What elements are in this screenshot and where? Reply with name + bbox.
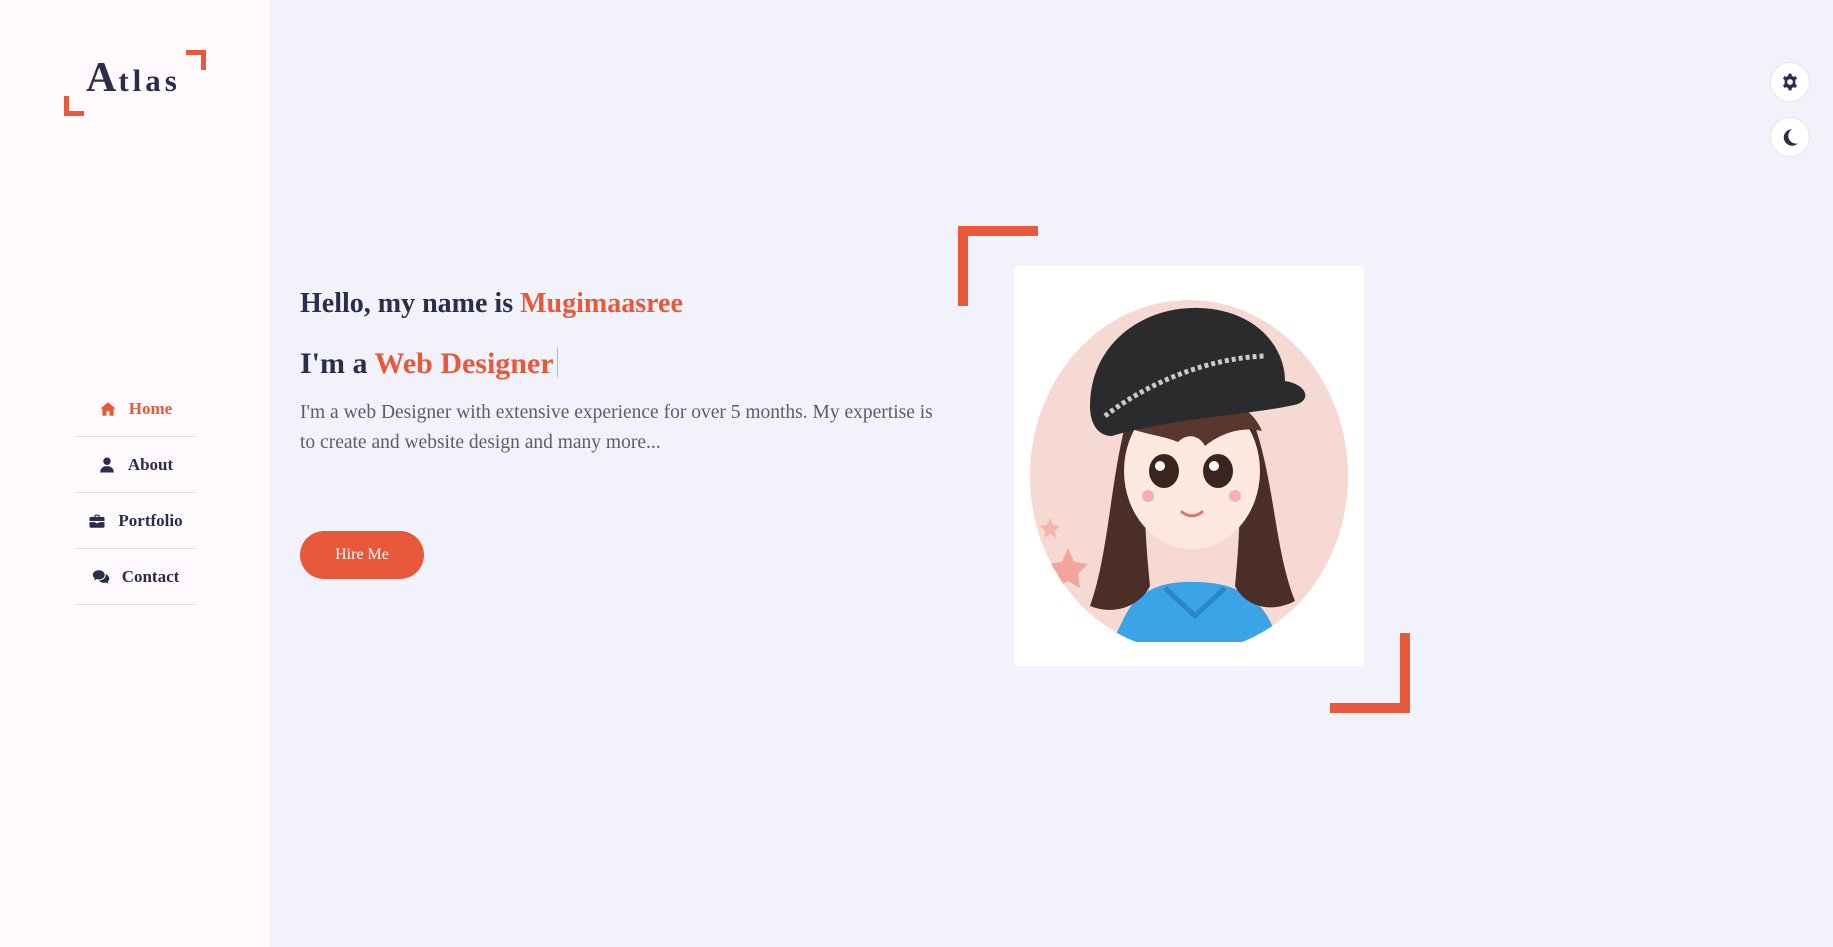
logo-corner-bottom-left — [64, 96, 84, 116]
main-nav: Home About Portfolio Contact — [75, 382, 196, 606]
greeting-prefix: Hello, my name is — [300, 288, 521, 319]
nav-item-contact[interactable]: Contact — [75, 550, 196, 605]
nav-item-home[interactable]: Home — [75, 382, 196, 437]
comments-icon — [92, 568, 110, 586]
home-icon — [99, 400, 117, 418]
nav-item-label: Contact — [121, 567, 180, 586]
logo-corner-top-right — [186, 50, 206, 70]
nav-item-portfolio[interactable]: Portfolio — [75, 494, 196, 549]
role-heading: I'm a Web Designer — [300, 340, 950, 388]
logo-rest: tlas — [118, 63, 181, 98]
greeting-heading: Hello, my name is Mugimaasree — [300, 280, 950, 328]
logo[interactable]: Atlas — [64, 50, 206, 116]
hero-role: Web Designer — [374, 347, 554, 380]
theme-toggle-button[interactable] — [1770, 117, 1810, 157]
gear-icon — [1780, 72, 1800, 92]
moon-icon — [1780, 127, 1800, 147]
logo-text: Atlas — [86, 54, 181, 102]
profile-avatar-illustration — [1030, 286, 1348, 642]
nav-item-label: Home — [128, 399, 173, 418]
logo-initial: A — [86, 55, 119, 101]
hero-description: I'm a web Designer with extensive experi… — [300, 402, 933, 453]
sidebar: Atlas Home About Portfolio Contact — [0, 0, 271, 947]
settings-button[interactable] — [1770, 62, 1810, 102]
nav-item-about[interactable]: About — [75, 438, 196, 493]
hire-me-button[interactable]: Hire Me — [300, 531, 424, 579]
nav-item-label: About — [127, 455, 174, 474]
typing-caret — [556, 347, 558, 377]
hero-name: Mugimaasree — [520, 288, 683, 319]
nav-item-label: Portfolio — [118, 511, 183, 530]
hero-section: Hello, my name is Mugimaasree I'm a Web … — [300, 280, 950, 458]
profile-photo-card — [1014, 266, 1364, 666]
role-prefix: I'm a — [300, 347, 375, 380]
briefcase-icon — [88, 512, 106, 530]
user-icon — [98, 456, 116, 474]
